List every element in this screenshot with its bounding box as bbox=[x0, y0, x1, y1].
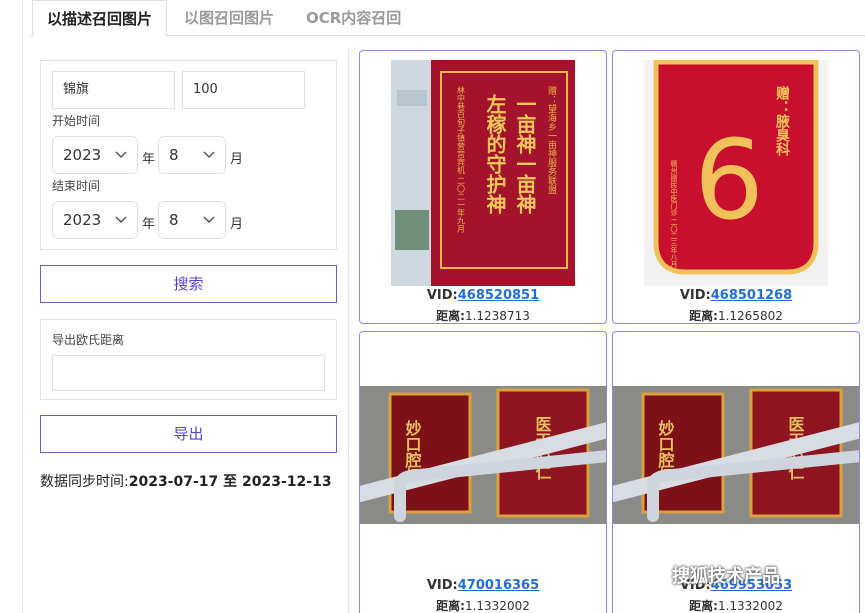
start-month-value: 8 bbox=[169, 146, 179, 164]
vid-label: VID: bbox=[426, 578, 458, 593]
tab-ocr-recall[interactable]: OCR内容召回 bbox=[306, 0, 401, 36]
banner-text-line1: 一亩神一亩神 bbox=[513, 94, 537, 215]
search-panel: 锦旗 100 开始时间 2023 年 8 月 结束时间 2023 年 8 月 bbox=[40, 60, 337, 250]
results-divider bbox=[348, 50, 349, 613]
distance-label: 距离: bbox=[689, 309, 718, 323]
distance-value: 1.1265802 bbox=[717, 309, 783, 323]
tab-bar: 以描述召回图片 以图召回图片 OCR内容召回 bbox=[30, 0, 865, 37]
distance-label: 距离: bbox=[689, 599, 718, 613]
end-month-value: 8 bbox=[169, 211, 179, 229]
result-image: 6 赠：腋臭科 赣州刚民中医门诊 二〇二三年八月 bbox=[644, 60, 828, 286]
sync-time-range: 2023-07-17 至 2023-12-13 bbox=[128, 474, 332, 490]
month-unit: 月 bbox=[230, 217, 244, 232]
result-card[interactable]: 赠：望海乡一亩神服务联盟 一亩神一亩神 左稼的守护神 林中巷百旬子镇营宫宾机 二… bbox=[359, 50, 607, 324]
start-time-label: 开始时间 bbox=[52, 114, 101, 128]
distance-value: 1.1238713 bbox=[464, 309, 530, 323]
distance-line: 距离:1.1265802 bbox=[613, 307, 859, 323]
distance-value: 1.1332002 bbox=[464, 599, 530, 613]
result-card[interactable]: 妙口腔杨 医天心仁 VID:470016365 距离:1.1332002 bbox=[359, 331, 607, 613]
export-distance-input[interactable] bbox=[52, 355, 325, 391]
end-month-select[interactable]: 8 bbox=[158, 201, 226, 239]
result-image: 赠：望海乡一亩神服务联盟 一亩神一亩神 左稼的守护神 林中巷百旬子镇营宫宾机 二… bbox=[391, 60, 575, 286]
vid-line: VID:468520851 bbox=[360, 288, 606, 303]
year-unit: 年 bbox=[142, 152, 156, 167]
banner-dedication: 赠：望海乡一亩神服务联盟 bbox=[546, 85, 557, 194]
wechat-icon bbox=[644, 563, 668, 587]
chevron-down-icon bbox=[203, 151, 215, 159]
query-input[interactable]: 锦旗 bbox=[52, 71, 175, 109]
banner-big-number: 6 bbox=[694, 116, 764, 244]
distance-value: 1.1332002 bbox=[717, 599, 783, 613]
export-label: 导出欧氏距离 bbox=[52, 333, 125, 347]
end-year-value: 2023 bbox=[63, 211, 102, 229]
vid-label: VID: bbox=[426, 288, 458, 303]
banner-dedication: 赠：腋臭科 bbox=[774, 85, 790, 157]
tab-image-recall[interactable]: 以图召回图片 bbox=[184, 0, 274, 36]
end-year-select[interactable]: 2023 bbox=[52, 201, 138, 239]
month-unit: 月 bbox=[230, 152, 244, 167]
export-button[interactable]: 导出 bbox=[40, 415, 337, 453]
vid-label: VID: bbox=[679, 288, 711, 303]
banner-signature: 林中巷百旬子镇营宫宾机 二〇二一年九月 bbox=[457, 85, 466, 234]
banner-text-line2: 左稼的守护神 bbox=[483, 93, 507, 215]
vid-line: VID:470016365 bbox=[360, 578, 606, 593]
banner-signature: 赣州刚民中医门诊 二〇二三年八月 bbox=[670, 159, 678, 268]
distance-label: 距离: bbox=[436, 309, 465, 323]
tab-describe-recall[interactable]: 以描述召回图片 bbox=[32, 0, 168, 37]
count-input[interactable]: 100 bbox=[182, 71, 305, 109]
distance-line: 距离:1.1332002 bbox=[360, 597, 606, 613]
watermark-text: 搜狐技术产品 bbox=[672, 566, 780, 587]
distance-line: 距离:1.1332002 bbox=[613, 597, 859, 613]
vid-link[interactable]: 468501268 bbox=[711, 288, 792, 303]
distance-label: 距离: bbox=[436, 599, 465, 613]
page-left-border bbox=[22, 0, 23, 613]
chevron-down-icon bbox=[115, 151, 127, 159]
year-unit: 年 bbox=[142, 217, 156, 232]
end-time-label: 结束时间 bbox=[52, 179, 101, 193]
sync-time: 数据同步时间:2023-07-17 至 2023-12-13 bbox=[40, 471, 332, 491]
chevron-down-icon bbox=[203, 216, 215, 224]
chevron-down-icon bbox=[115, 216, 127, 224]
export-panel: 导出欧氏距离 bbox=[40, 319, 337, 400]
result-card[interactable]: 6 赠：腋臭科 赣州刚民中医门诊 二〇二三年八月 VID:468501268 距… bbox=[612, 50, 860, 324]
distance-line: 距离:1.1238713 bbox=[360, 307, 606, 323]
start-year-value: 2023 bbox=[63, 146, 102, 164]
sync-time-label: 数据同步时间: bbox=[40, 474, 129, 490]
search-button[interactable]: 搜索 bbox=[40, 265, 337, 303]
start-year-select[interactable]: 2023 bbox=[52, 136, 138, 174]
vid-line: VID:468501268 bbox=[613, 288, 859, 303]
result-image: 妙口腔杨 医天心仁 bbox=[613, 386, 859, 524]
start-month-select[interactable]: 8 bbox=[158, 136, 226, 174]
vid-link[interactable]: 470016365 bbox=[458, 578, 539, 593]
vid-link[interactable]: 468520851 bbox=[458, 288, 539, 303]
result-image: 妙口腔杨 医天心仁 bbox=[360, 386, 606, 524]
